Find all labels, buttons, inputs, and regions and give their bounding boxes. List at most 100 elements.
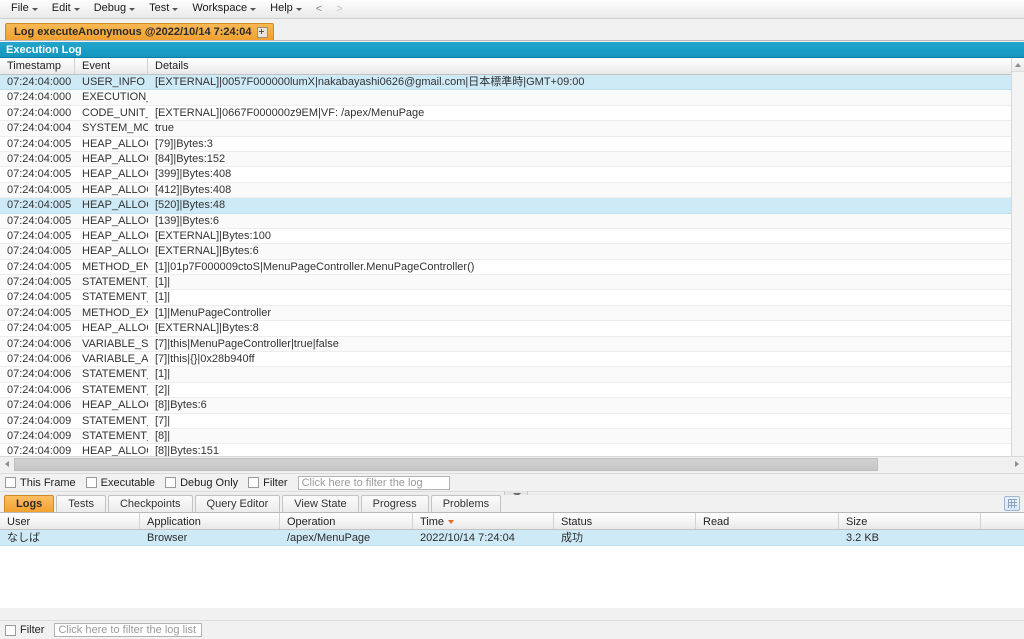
menu-help[interactable]: Help <box>263 1 309 17</box>
close-icon[interactable] <box>256 26 268 38</box>
cell-timestamp: 07:24:04:000 <box>7 76 72 88</box>
column-header-time[interactable]: Time <box>413 513 554 529</box>
table-row[interactable]: 07:24:04:005 HEAP_ALLOCATE [84]|Bytes:152 <box>0 151 1011 168</box>
cell-details: [1]| <box>155 291 171 304</box>
checkbox-filter-box[interactable] <box>248 477 260 488</box>
checkbox-this-frame[interactable]: This Frame <box>5 477 82 489</box>
scroll-left-icon[interactable] <box>0 457 13 472</box>
log-list-filter-input[interactable] <box>54 623 203 637</box>
table-row[interactable]: 07:24:04:009 STATEMENT_EX... [7]| <box>0 413 1011 429</box>
bottom-spacer <box>0 608 1024 620</box>
menu-test[interactable]: Test <box>142 1 185 17</box>
tab-checkpoints[interactable]: Checkpoints <box>107 495 193 512</box>
table-row[interactable]: 07:24:04:006 STATEMENT_EX... [1]| <box>0 367 1011 383</box>
document-tab-strip: Log executeAnonymous @2022/10/14 7:24:04 <box>0 19 1024 41</box>
table-row[interactable]: 07:24:04:000 CODE_UNIT_ST... [EXTERNAL]|06… <box>0 105 1011 122</box>
tab-logs[interactable]: Logs <box>4 495 55 512</box>
scroll-right-icon[interactable] <box>1011 457 1024 472</box>
cell-spacer <box>981 530 1024 545</box>
log-filter-input[interactable] <box>297 475 450 490</box>
document-tab-execution-log[interactable]: Log executeAnonymous @2022/10/14 7:24:04 <box>5 23 274 40</box>
tab-problems[interactable]: Problems <box>430 495 502 512</box>
tab-progress[interactable]: Progress <box>360 495 429 512</box>
column-header-size[interactable]: Size <box>839 513 981 529</box>
nav-back-icon[interactable]: < <box>309 3 329 16</box>
column-header-operation[interactable]: Operation <box>280 513 413 529</box>
table-row[interactable]: 07:24:04:006 HEAP_ALLOCATE [8]|Bytes:6 <box>0 398 1011 414</box>
cell-timestamp: 07:24:04:005 <box>7 137 72 150</box>
table-row[interactable]: 07:24:04:005 HEAP_ALLOCATE [399]|Bytes:408 <box>0 167 1011 183</box>
table-row[interactable]: 07:24:04:005 METHOD_EXIT [1]|MenuPageContr… <box>0 305 1011 322</box>
checkbox-log-list-filter-box[interactable] <box>5 624 16 636</box>
cell-details: [EXTERNAL]|Bytes:6 <box>155 245 259 258</box>
cell-details: [8]|Bytes:6 <box>155 399 207 412</box>
cell-event: HEAP_ALLOCATE <box>82 445 148 456</box>
cell-timestamp: 07:24:04:005 <box>7 306 72 319</box>
cell-user: なしば <box>7 532 40 544</box>
table-row[interactable]: 07:24:04:005 HEAP_ALLOCATE [412]|Bytes:408 <box>0 182 1011 199</box>
table-row[interactable]: 07:24:04:000 USER_INFO [EXTERNAL]|0057F000… <box>0 75 1011 91</box>
execution-log-horizontal-scrollbar[interactable] <box>0 456 1024 472</box>
nav-forward-icon[interactable]: > <box>329 3 349 16</box>
column-header-status[interactable]: Status <box>554 513 696 529</box>
checkbox-log-list-filter[interactable]: Filter <box>5 624 50 636</box>
execution-log-header-row: Timestamp Event Details <box>0 58 1011 75</box>
cell-details: [79]|Bytes:3 <box>155 137 213 150</box>
table-row[interactable]: 07:24:04:005 HEAP_ALLOCATE [EXTERNAL]|Byte… <box>0 244 1011 260</box>
column-header-read[interactable]: Read <box>696 513 839 529</box>
cell-event: USER_INFO <box>82 76 145 88</box>
table-row[interactable]: 07:24:04:005 HEAP_ALLOCATE [520]|Bytes:48 <box>0 198 1011 214</box>
cell-details: [2]| <box>155 383 171 396</box>
column-header-timestamp[interactable]: Timestamp <box>0 58 75 74</box>
table-row[interactable]: 07:24:04:005 HEAP_ALLOCATE [79]|Bytes:3 <box>0 136 1011 152</box>
menu-workspace[interactable]: Workspace <box>185 1 263 17</box>
checkbox-debug-only[interactable]: Debug Only <box>165 477 244 489</box>
execution-log-body: 07:24:04:000 USER_INFO [EXTERNAL]|0057F000… <box>0 75 1011 456</box>
table-row[interactable]: 07:24:04:006 STATEMENT_EX... [2]| <box>0 382 1011 399</box>
tab-view-state[interactable]: View State <box>282 495 359 512</box>
table-row[interactable]: 07:24:04:000 EXECUTION_ST... <box>0 90 1011 106</box>
cell-application: Browser <box>147 532 188 544</box>
cell-timestamp: 07:24:04:005 <box>7 276 72 289</box>
cell-read <box>696 530 839 545</box>
table-row[interactable]: 07:24:04:004 SYSTEM_MODE... true <box>0 121 1011 137</box>
table-row[interactable]: 07:24:04:005 HEAP_ALLOCATE [EXTERNAL]|Byte… <box>0 321 1011 337</box>
cell-timestamp: 07:24:04:006 <box>7 368 72 381</box>
table-row[interactable]: 07:24:04:005 STATEMENT_EX... [1]| <box>0 290 1011 306</box>
grid-icon[interactable] <box>1004 496 1020 511</box>
cell-event: HEAP_ALLOCATE <box>82 399 148 412</box>
cell-event: METHOD_EXIT <box>82 306 148 319</box>
checkbox-debug-only-box[interactable] <box>165 477 177 488</box>
menu-file-label: File <box>11 2 29 14</box>
menu-edit[interactable]: Edit <box>45 1 87 17</box>
column-header-application[interactable]: Application <box>140 513 280 529</box>
horizontal-scroll-thumb[interactable] <box>14 458 878 471</box>
checkbox-filter[interactable]: Filter <box>248 477 293 489</box>
column-header-user[interactable]: User <box>0 513 140 529</box>
table-row[interactable]: 07:24:04:006 VARIABLE_ASSI... [7]|this|{}|… <box>0 352 1011 368</box>
vertical-scroll-track[interactable] <box>1012 72 1024 456</box>
column-header-event[interactable]: Event <box>75 58 148 74</box>
table-row[interactable]: 07:24:04:005 METHOD_ENTRY [1]|01p7F000009c… <box>0 259 1011 276</box>
table-row[interactable]: 07:24:04:005 STATEMENT_EX... [1]| <box>0 275 1011 291</box>
table-row[interactable]: 07:24:04:006 VARIABLE_SCO... [7]|this|Menu… <box>0 336 1011 353</box>
checkbox-executable-box[interactable] <box>85 477 97 488</box>
table-row[interactable]: 07:24:04:005 HEAP_ALLOCATE [139]|Bytes:6 <box>0 213 1011 229</box>
table-row[interactable]: 07:24:04:009 HEAP_ALLOCATE [8]|Bytes:151 <box>0 444 1011 456</box>
column-header-details[interactable]: Details <box>148 58 1011 74</box>
scroll-up-icon[interactable] <box>1012 58 1024 72</box>
menu-file[interactable]: File <box>4 1 45 17</box>
tab-tests[interactable]: Tests <box>56 495 106 512</box>
checkbox-this-frame-box[interactable] <box>5 477 16 488</box>
menu-debug[interactable]: Debug <box>87 1 142 17</box>
tab-query-editor[interactable]: Query Editor <box>194 495 281 512</box>
checkbox-executable[interactable]: Executable <box>85 477 161 489</box>
cell-details: [1]|MenuPageController <box>155 306 271 319</box>
table-row[interactable]: 07:24:04:009 STATEMENT_EX... [8]| <box>0 428 1011 445</box>
cell-details: [520]|Bytes:48 <box>155 199 226 212</box>
cell-details: [EXTERNAL]|Bytes:8 <box>155 322 259 335</box>
table-row[interactable]: なしば Browser /apex/MenuPage 2022/10/14 7:… <box>0 530 1024 546</box>
table-row[interactable]: 07:24:04:005 HEAP_ALLOCATE [EXTERNAL]|Byte… <box>0 228 1011 245</box>
cell-event: STATEMENT_EX... <box>82 383 148 396</box>
execution-log-vertical-scrollbar[interactable] <box>1011 58 1024 456</box>
